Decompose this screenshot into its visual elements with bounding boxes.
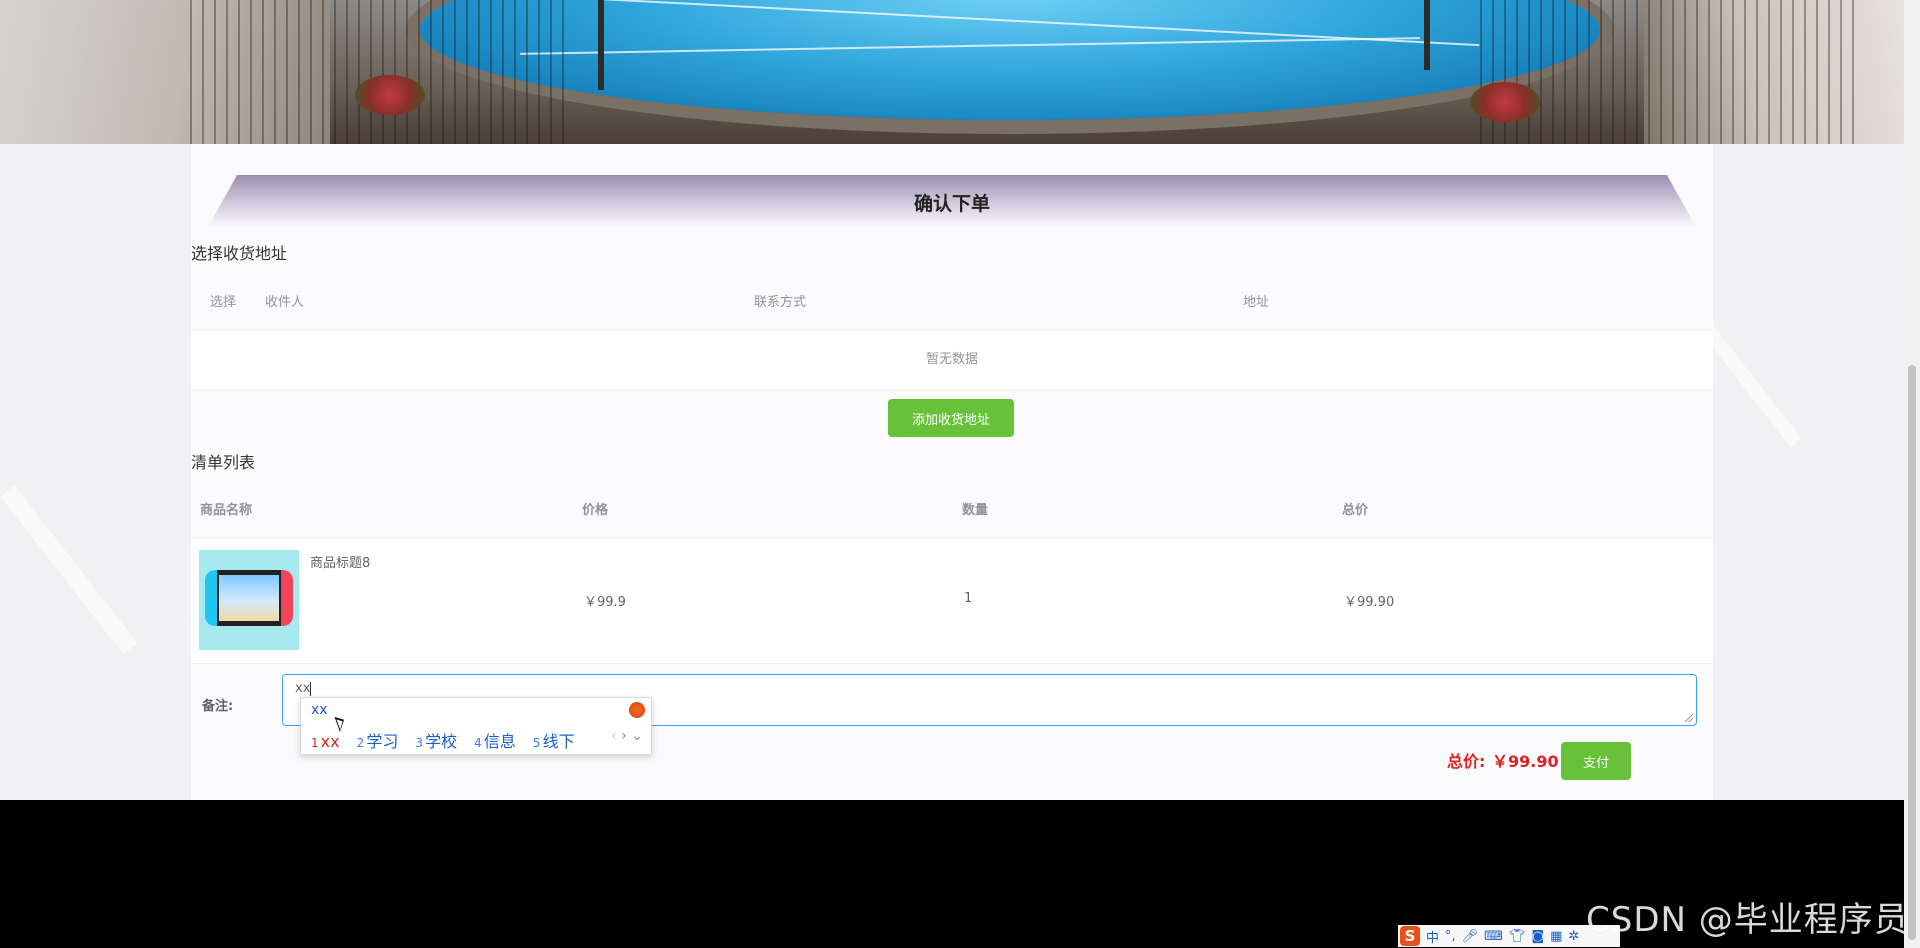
ime-logo[interactable]: S	[1400, 926, 1420, 946]
product-quantity: 1	[964, 591, 973, 606]
order-item-row: 商品标题8 ￥99.9 1 ￥99.90	[191, 538, 1713, 664]
address-col-recipient: 收件人	[265, 295, 305, 310]
banner-flowers	[1470, 82, 1540, 122]
ime-next-icon[interactable]: ›	[621, 728, 627, 744]
remark-label: 备注:	[202, 699, 234, 714]
banner-railing-right	[1480, 0, 1860, 144]
ime-candidate[interactable]: 3 学校	[415, 732, 457, 751]
address-empty-row: 暂无数据	[191, 330, 1713, 391]
watermark: CSDN @毕业程序员	[1586, 900, 1909, 940]
order-col-name: 商品名称	[200, 503, 253, 518]
keyboard-icon[interactable]: ⌨	[1484, 929, 1503, 944]
address-col-address: 地址	[1243, 295, 1270, 310]
ime-composition: xx	[311, 702, 328, 718]
add-address-button[interactable]: 添加收货地址	[888, 399, 1014, 437]
skin-icon[interactable]: 👕︎	[1509, 929, 1526, 944]
pay-button[interactable]: 支付	[1561, 742, 1631, 780]
background-stripe	[0, 485, 138, 655]
order-col-price: 价格	[582, 503, 609, 518]
product-subtotal: ￥99.90	[1344, 595, 1395, 610]
ime-punct-toggle[interactable]: °,	[1445, 929, 1456, 944]
ime-page-nav: ‹ › ⌄	[611, 728, 643, 744]
address-section-label: 选择收货地址	[191, 244, 288, 263]
ime-skin-icon	[629, 702, 645, 718]
ime-candidate[interactable]: 2 学习	[357, 732, 399, 751]
product-thumbnail[interactable]	[199, 550, 299, 650]
order-col-total: 总价	[1342, 503, 1369, 518]
scrollbar-thumb[interactable]	[1908, 365, 1916, 940]
banner-lamp-post	[598, 0, 604, 90]
order-col-quantity: 数量	[962, 503, 989, 518]
settings-icon[interactable]: ✲	[1568, 929, 1579, 944]
banner-flowers	[355, 75, 425, 115]
ime-prev-icon[interactable]: ‹	[611, 728, 617, 744]
ime-candidate-popup: xx 1 xx 2 学习 3 学校 4 信息 5 线下 ‹ › ⌄	[300, 697, 652, 755]
total-label: 总价:	[1447, 752, 1486, 771]
textarea-resize-handle[interactable]	[1685, 714, 1693, 722]
page-title: 确认下单	[913, 192, 990, 215]
address-col-select: 选择	[210, 295, 237, 310]
page-scrollbar[interactable]	[1904, 0, 1920, 948]
order-section-label: 清单列表	[191, 453, 256, 472]
microphone-icon[interactable]: 🎤︎	[1462, 929, 1479, 944]
ime-expand-icon[interactable]: ⌄	[631, 728, 643, 744]
product-price: ￥99.9	[584, 595, 626, 610]
remark-value: xx	[295, 681, 311, 696]
hero-banner	[0, 0, 1904, 144]
page-title-bar: 确认下单	[207, 175, 1697, 229]
banner-pool	[420, 0, 1600, 120]
address-col-contact: 联系方式	[754, 295, 807, 310]
banner-railing-left	[190, 0, 570, 144]
ime-candidate[interactable]: 5 线下	[533, 732, 575, 751]
product-name[interactable]: 商品标题8	[310, 552, 370, 571]
ime-mode-toggle[interactable]: 中	[1426, 927, 1439, 946]
ime-candidate[interactable]: 4 信息	[474, 732, 516, 751]
toolbox-icon[interactable]: ◙	[1531, 929, 1544, 944]
console-screen-image	[219, 575, 279, 621]
text-caret	[310, 681, 312, 696]
banner-lamp-post	[1424, 0, 1430, 70]
total-value: ￥99.90	[1492, 752, 1559, 771]
address-table-header: 选择 收件人 联系方式 地址	[191, 277, 1713, 330]
ime-candidate-list: 1 xx 2 学习 3 学校 4 信息 5 线下	[311, 728, 587, 752]
grid-icon[interactable]: ▦	[1550, 929, 1562, 944]
ime-candidate[interactable]: 1 xx	[311, 732, 340, 751]
order-table-header: 商品名称 价格 数量 总价	[191, 485, 1713, 538]
